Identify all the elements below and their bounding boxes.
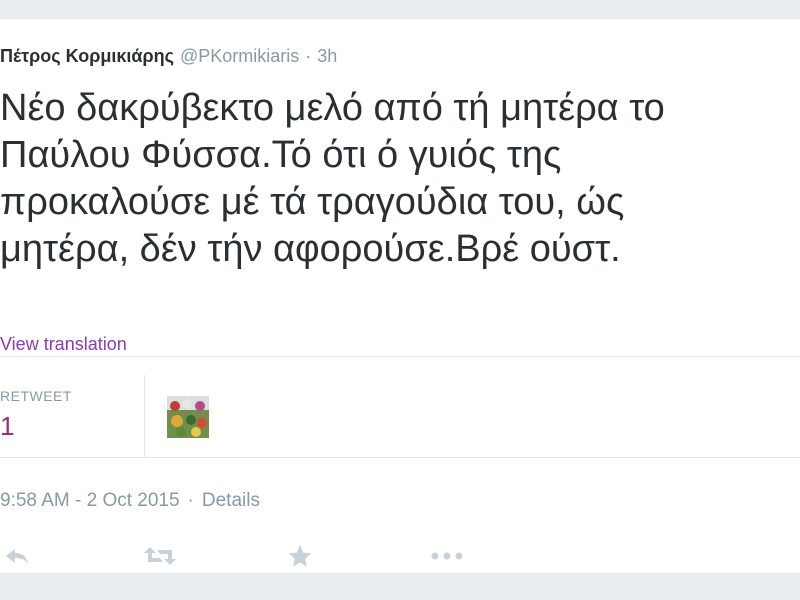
retweet-icon xyxy=(144,547,176,565)
tweet-card: Πέτρος Κορμικιάρης @PKormikiaris · 3h Νέο δ… xyxy=(0,18,800,574)
retweet-label: RETWEET xyxy=(0,388,72,404)
retweet-button[interactable] xyxy=(143,541,177,571)
tweet-timestamp[interactable]: 9:58 AM - 2 Oct 2015 xyxy=(0,490,180,511)
tweet-text-line: μητέρα, δέν τήν αφορούσε.Βρέ ούστ. xyxy=(0,228,621,270)
retweeter-avatar[interactable] xyxy=(167,396,209,438)
view-translation-link[interactable]: View translation xyxy=(0,333,127,355)
tweet-text-line: Νέο δακρύβεκτο μελό από τή μητέρα το xyxy=(0,87,665,129)
tweet-header: Πέτρος Κορμικιάρης @PKormikiaris · 3h xyxy=(0,45,337,67)
favorite-button[interactable] xyxy=(283,541,317,571)
tweet-age[interactable]: 3h xyxy=(317,46,337,66)
tweet-actions xyxy=(0,541,500,571)
header-separator: · xyxy=(305,46,312,66)
retweet-count[interactable]: 1 xyxy=(0,411,14,441)
tweet-timestamp-row: 9:58 AM - 2 Oct 2015 · Details xyxy=(0,489,260,513)
screenshot-frame: Πέτρος Κορμικιάρης @PKormikiaris · 3h Νέο δ… xyxy=(0,0,800,600)
star-icon xyxy=(288,545,312,567)
divider-middle xyxy=(0,457,800,458)
tweet-text-line: προκαλούσε μέ τά τραγούδια του, ώς xyxy=(0,181,625,223)
timestamp-separator: · xyxy=(187,490,194,511)
stats-divider xyxy=(144,375,145,457)
retweet-stat[interactable]: RETWEET 1 xyxy=(0,387,140,459)
more-icon xyxy=(431,552,463,560)
reply-icon xyxy=(6,549,28,564)
details-link[interactable]: Details xyxy=(202,490,260,511)
tweet-text: Νέο δακρύβεκτο μελό από τή μητέρα το Παύ… xyxy=(0,85,790,273)
reply-button[interactable] xyxy=(0,541,34,571)
tweet-text-line: Παύλου Φύσσα.Τό ότι ό γυιός της xyxy=(0,134,562,176)
divider-top xyxy=(0,356,800,357)
avatar-image xyxy=(167,396,209,438)
username[interactable]: @PKormikiaris xyxy=(180,46,299,66)
more-button[interactable] xyxy=(430,541,464,571)
display-name[interactable]: Πέτρος Κορμικιάρης xyxy=(0,46,174,66)
